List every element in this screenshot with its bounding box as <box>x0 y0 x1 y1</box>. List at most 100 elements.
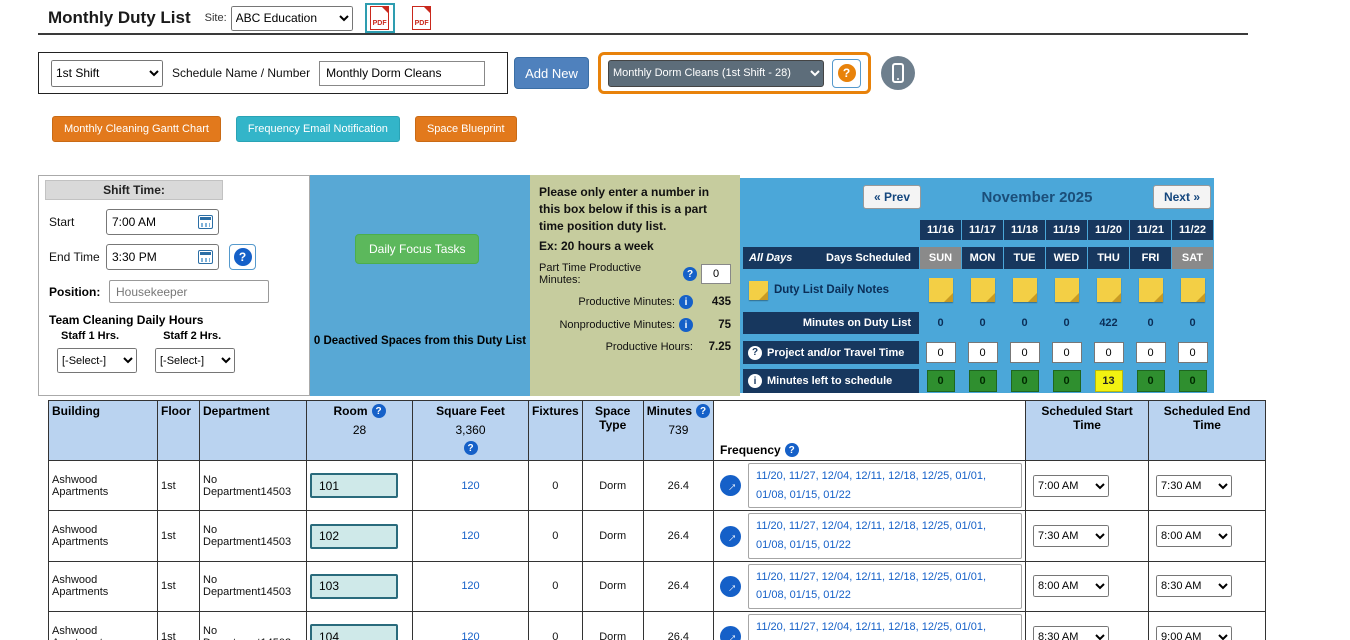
frequency-go-icon[interactable]: → <box>720 576 741 597</box>
all-days-label[interactable]: All Days <box>749 252 792 264</box>
frequency-dates-line1[interactable]: 11/20, 11/27, 12/04, 12/11, 12/18, 12/25… <box>756 618 1014 637</box>
end-time-cell: 7:30 AM <box>1149 461 1266 511</box>
frequency-dates[interactable]: 11/20, 11/27, 12/04, 12/11, 12/18, 12/25… <box>748 513 1022 558</box>
minutes-left-row-label: i Minutes left to schedule <box>743 369 919 393</box>
info-icon[interactable]: i <box>748 374 762 388</box>
frequency-header-label: Frequency <box>720 443 781 457</box>
frequency-dates-line1[interactable]: 11/20, 11/27, 12/04, 12/11, 12/18, 12/25… <box>756 467 1014 486</box>
start-time-select[interactable]: 7:30 AM <box>1033 525 1109 547</box>
help-button[interactable]: ? <box>832 59 861 88</box>
end-time-select[interactable]: 7:30 AM <box>1156 475 1232 497</box>
day-header-mon[interactable]: MON <box>962 247 1003 269</box>
room-input[interactable] <box>310 574 398 599</box>
travel-time-input[interactable] <box>926 342 956 363</box>
productive-minutes-value: 435 <box>697 296 731 308</box>
daily-note-icon[interactable] <box>1139 278 1163 302</box>
end-time-select[interactable]: 9:00 AM <box>1156 626 1232 640</box>
question-icon[interactable]: ? <box>372 404 386 418</box>
square-feet-link[interactable]: 120 <box>461 480 479 492</box>
space-type-cell: Dorm <box>582 612 643 640</box>
minutes-total: 739 <box>647 423 710 437</box>
room-input[interactable] <box>310 624 398 640</box>
daily-note-icon[interactable] <box>1013 278 1037 302</box>
frequency-dates-line1[interactable]: 11/20, 11/27, 12/04, 12/11, 12/18, 12/25… <box>756 517 1014 536</box>
frequency-dates-line1[interactable]: 11/20, 11/27, 12/04, 12/11, 12/18, 12/25… <box>756 568 1014 587</box>
question-icon[interactable]: ? <box>785 443 799 457</box>
start-time-input[interactable]: 7:00 AM <box>106 209 219 235</box>
info-icon[interactable]: i <box>679 295 693 309</box>
add-new-button[interactable]: Add New <box>514 57 589 89</box>
next-week-button[interactable]: Next » <box>1153 185 1211 209</box>
duty-list-select[interactable]: Monthly Dorm Cleans (1st Shift - 28) <box>608 60 824 87</box>
travel-time-input[interactable] <box>1052 342 1082 363</box>
room-input[interactable] <box>310 524 398 549</box>
staff1-hours-select[interactable]: [-Select-] <box>57 348 137 373</box>
top-bar: Monthly Duty List Site: ABC Education PD… <box>48 4 437 32</box>
travel-time-input[interactable] <box>1136 342 1166 363</box>
frequency-go-icon[interactable]: → <box>720 526 741 547</box>
start-time-select[interactable]: 8:30 AM <box>1033 626 1109 640</box>
travel-time-input[interactable] <box>1178 342 1208 363</box>
site-select[interactable]: ABC Education <box>231 6 353 31</box>
pdf-export-alt-icon[interactable]: PDF <box>407 3 437 33</box>
frequency-dates[interactable]: 11/20, 11/27, 12/04, 12/11, 12/18, 12/25… <box>748 614 1022 640</box>
prev-week-button[interactable]: « Prev <box>863 185 921 209</box>
info-icon[interactable]: i <box>679 318 693 332</box>
frequency-dates-line2[interactable]: 01/08, 01/15, 01/22 <box>756 586 1014 605</box>
frequency-dates[interactable]: 11/20, 11/27, 12/04, 12/11, 12/18, 12/25… <box>748 463 1022 508</box>
daily-focus-tasks-button[interactable]: Daily Focus Tasks <box>355 234 479 264</box>
frequency-go-icon[interactable]: → <box>720 626 741 640</box>
square-feet-link[interactable]: 120 <box>461 631 479 640</box>
calendar-icon[interactable] <box>198 215 213 229</box>
end-time-select[interactable]: 8:00 AM <box>1156 525 1232 547</box>
day-header-sun[interactable]: SUN <box>920 247 961 269</box>
day-header-sat[interactable]: SAT <box>1172 247 1213 269</box>
day-header-fri[interactable]: FRI <box>1130 247 1171 269</box>
pdf-export-icon[interactable]: PDF <box>365 3 395 33</box>
start-time-select[interactable]: 8:00 AM <box>1033 575 1109 597</box>
schedule-name-input[interactable] <box>319 61 485 86</box>
shift-select[interactable]: 1st Shift <box>51 60 163 87</box>
frequency-dates-line2[interactable]: 01/08, 01/15, 01/22 <box>756 486 1014 505</box>
daily-note-icon[interactable] <box>929 278 953 302</box>
travel-time-input[interactable] <box>968 342 998 363</box>
end-time-input[interactable]: 3:30 PM <box>106 244 219 270</box>
staff2-hours-select[interactable]: [-Select-] <box>155 348 235 373</box>
space-blueprint-button[interactable]: Space Blueprint <box>415 116 517 142</box>
day-header-thu[interactable]: THU <box>1088 247 1129 269</box>
day-header-wed[interactable]: WED <box>1046 247 1087 269</box>
position-input[interactable] <box>109 280 269 303</box>
calendar-icon[interactable] <box>198 250 213 264</box>
frequency-go-icon[interactable]: → <box>720 475 741 496</box>
travel-time-input[interactable] <box>1094 342 1124 363</box>
frequency-dates[interactable]: 11/20, 11/27, 12/04, 12/11, 12/18, 12/25… <box>748 564 1022 609</box>
col-square-feet: Square Feet 3,360 ? <box>413 401 529 461</box>
room-input[interactable] <box>310 473 398 498</box>
question-icon[interactable]: ? <box>464 441 478 455</box>
frequency-dates-line2[interactable]: 01/08, 01/15, 01/22 <box>756 536 1014 555</box>
gantt-chart-button[interactable]: Monthly Cleaning Gantt Chart <box>52 116 221 142</box>
daily-note-icon[interactable] <box>971 278 995 302</box>
square-feet-link[interactable]: 120 <box>461 580 479 592</box>
frequency-email-button[interactable]: Frequency Email Notification <box>236 116 400 142</box>
start-label: Start <box>49 215 106 229</box>
daily-note-icon[interactable] <box>1097 278 1121 302</box>
day-header-tue[interactable]: TUE <box>1004 247 1045 269</box>
frequency-cell: → 11/20, 11/27, 12/04, 12/11, 12/18, 12/… <box>714 461 1026 511</box>
question-icon[interactable]: ? <box>683 267 697 281</box>
daily-note-icon[interactable] <box>1055 278 1079 302</box>
daily-note-icon[interactable] <box>1181 278 1205 302</box>
mobile-phone-icon[interactable] <box>881 56 915 90</box>
shift-help-button[interactable]: ? <box>229 244 256 270</box>
part-time-minutes-input[interactable] <box>701 264 731 284</box>
minutes-header-label: Minutes <box>647 404 692 418</box>
start-time-select[interactable]: 7:00 AM <box>1033 475 1109 497</box>
question-icon[interactable]: ? <box>748 346 762 360</box>
travel-time-input[interactable] <box>1010 342 1040 363</box>
table-header-row: Building Floor Department Room ? 28 Squa… <box>49 401 1266 461</box>
question-icon[interactable]: ? <box>696 404 710 418</box>
end-time-select[interactable]: 8:30 AM <box>1156 575 1232 597</box>
frequency-cell: → 11/20, 11/27, 12/04, 12/11, 12/18, 12/… <box>714 561 1026 611</box>
col-minutes: Minutes ? 739 <box>643 401 713 461</box>
square-feet-link[interactable]: 120 <box>461 530 479 542</box>
